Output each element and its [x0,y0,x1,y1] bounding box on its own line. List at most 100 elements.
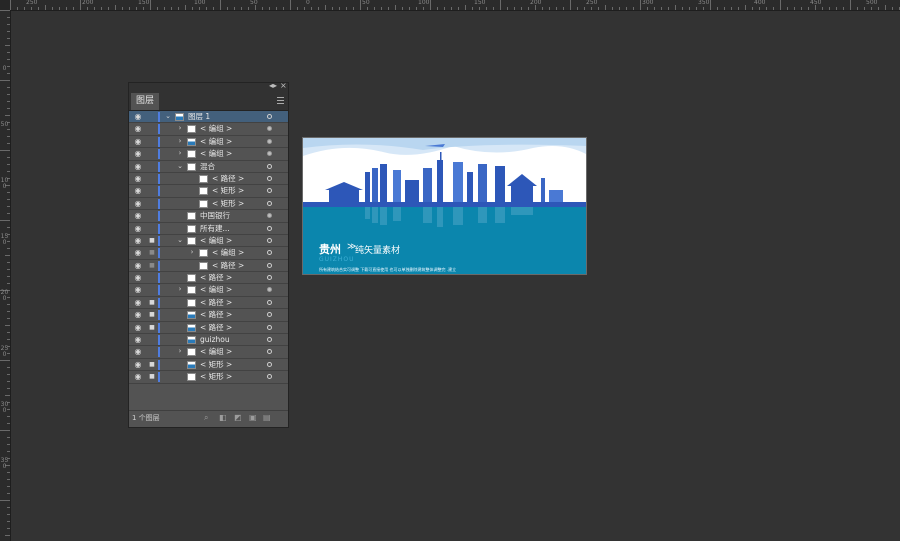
target-icon[interactable] [267,262,272,268]
chevron-right-icon[interactable]: › [175,123,185,134]
layer-name[interactable]: < 矩形 > [200,359,232,370]
visibility-eye-icon[interactable]: ◉ [129,322,147,333]
layer-row[interactable]: ◉ › < 编组 > [129,284,288,297]
lock-toggle[interactable] [147,173,157,184]
layer-row[interactable]: ◉ ■ ⌄ < 编组 > [129,235,288,248]
chevron-right-icon[interactable]: › [175,136,185,147]
lock-toggle[interactable] [147,210,157,221]
tab-layers[interactable]: 图层 [131,93,160,110]
target-icon[interactable] [267,188,272,194]
layer-name[interactable]: < 矩形 > [212,185,244,196]
lock-toggle[interactable] [147,198,157,209]
layer-row[interactable]: ◉ ■ < 路径 > [129,297,288,310]
target-icon[interactable] [267,163,272,169]
make-clipping-mask-icon[interactable]: ◩ [234,413,242,422]
target-icon[interactable] [267,225,272,231]
target-icon[interactable] [267,337,272,343]
visibility-eye-icon[interactable]: ◉ [129,309,147,320]
layer-row[interactable]: ◉ ⌄ 图层 1 [129,111,288,124]
visibility-eye-icon[interactable]: ◉ [129,161,147,172]
layer-name[interactable]: < 路径 > [200,309,232,320]
artboard[interactable]: 贵州 ≫ 纯矢量素材 GUIZHOU 所有建筑结合实可调整 下载可直接使用 也可… [302,137,587,275]
target-icon[interactable] [267,349,272,355]
lock-toggle[interactable] [147,123,157,134]
visibility-eye-icon[interactable]: ◉ [129,284,147,295]
lock-toggle[interactable] [147,136,157,147]
layer-row[interactable]: ◉ ■ < 路径 > [129,309,288,322]
layer-name[interactable]: 混合 [200,161,215,172]
locate-object-icon[interactable]: ◧ [219,413,227,422]
target-icon[interactable] [267,126,272,132]
lock-toggle[interactable] [147,185,157,196]
layer-name[interactable]: < 矩形 > [200,371,232,382]
vertical-ruler[interactable]: 0 50 100 150 200 250 300 350 [0,10,11,541]
panel-menu-icon[interactable] [277,97,284,106]
visibility-eye-icon[interactable]: ◉ [129,371,147,382]
collapse-panel-icon[interactable]: ◂▸ [269,81,277,90]
layer-name[interactable]: < 路径 > [200,272,232,283]
target-icon[interactable] [267,275,272,281]
target-icon[interactable] [267,299,272,305]
layer-row[interactable]: ◉ < 矩形 > [129,198,288,211]
layer-name[interactable]: 所有建... [200,223,230,234]
visibility-eye-icon[interactable]: ◉ [129,223,147,234]
target-icon[interactable] [267,287,272,293]
visibility-eye-icon[interactable]: ◉ [129,198,147,209]
target-icon[interactable] [267,237,272,243]
chevron-right-icon[interactable]: › [175,148,185,159]
horizontal-ruler[interactable]: 250 200 150 100 50 0 50 100 150 200 250 300 350 400 45… [10,0,900,11]
lock-toggle[interactable] [147,272,157,283]
lock-icon[interactable]: ■ [147,371,157,382]
lock-icon[interactable]: ■ [147,322,157,333]
layer-row[interactable]: ◉ < 路径 > [129,173,288,186]
layer-row[interactable]: ◉ 中国银行 [129,210,288,223]
chevron-right-icon[interactable]: › [175,346,185,357]
new-sublayer-icon[interactable]: ▣ [249,413,257,422]
layer-name[interactable]: guizhou [200,334,230,345]
layer-row[interactable]: ◉ ■ < 路径 > [129,322,288,335]
visibility-eye-icon[interactable]: ◉ [129,346,147,357]
visibility-eye-icon[interactable]: ◉ [129,136,147,147]
layer-row[interactable]: ◉ › < 编组 > [129,346,288,359]
layer-row[interactable]: ◉ 所有建... [129,223,288,235]
lock-toggle[interactable] [147,334,157,345]
layer-name[interactable]: < 编组 > [200,235,232,246]
layer-name[interactable]: 中国银行 [200,210,230,221]
lock-toggle[interactable] [147,111,157,122]
chevron-right-icon[interactable]: › [175,284,185,295]
lock-toggle[interactable] [147,223,157,234]
chevron-down-icon[interactable]: ⌄ [175,235,185,246]
target-icon[interactable] [267,200,272,206]
target-icon[interactable] [267,175,272,181]
visibility-eye-icon[interactable]: ◉ [129,359,147,370]
lock-toggle[interactable] [147,148,157,159]
layer-name[interactable]: 图层 1 [188,111,210,122]
visibility-eye-icon[interactable]: ◉ [129,247,147,258]
layer-name[interactable]: < 路径 > [212,260,244,271]
layer-row[interactable]: ◉ < 路径 > [129,272,288,285]
target-icon[interactable] [267,151,272,157]
visibility-eye-icon[interactable]: ◉ [129,272,147,283]
target-icon[interactable] [267,374,272,380]
layer-row[interactable]: ◉ › < 编组 > [129,148,288,161]
layer-row[interactable]: ◉ guizhou [129,334,288,347]
visibility-eye-icon[interactable]: ◉ [129,111,147,122]
lock-icon[interactable]: ■ [147,235,157,246]
lock-icon[interactable]: ■ [147,247,157,258]
layer-name[interactable]: < 路径 > [212,173,244,184]
visibility-eye-icon[interactable]: ◉ [129,148,147,159]
visibility-eye-icon[interactable]: ◉ [129,185,147,196]
visibility-eye-icon[interactable]: ◉ [129,334,147,345]
layer-row[interactable]: ◉ ■ › < 编组 > [129,247,288,260]
target-icon[interactable] [267,138,272,144]
target-icon[interactable] [267,324,272,330]
target-icon[interactable] [267,114,272,119]
layer-row[interactable]: ◉ ■ < 矩形 > [129,359,288,372]
layer-name[interactable]: < 编组 > [200,148,232,159]
target-icon[interactable] [267,213,272,219]
lock-icon[interactable]: ■ [147,260,157,271]
visibility-eye-icon[interactable]: ◉ [129,123,147,134]
layer-name[interactable]: < 编组 > [200,346,232,357]
layer-row[interactable]: ◉ ⌄ 混合 [129,161,288,173]
search-icon[interactable]: ⌕ [204,413,208,423]
